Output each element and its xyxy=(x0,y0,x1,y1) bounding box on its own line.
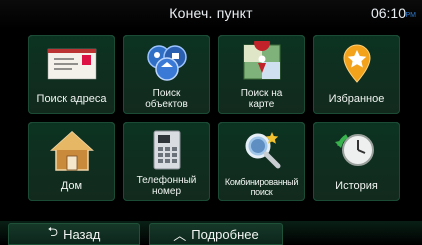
tile-home[interactable]: Дом xyxy=(28,122,115,201)
tile-label-line1: Поиск на xyxy=(240,88,283,99)
tile-address-search[interactable]: Поиск адреса xyxy=(28,35,115,114)
status-bar: Конеч. пункт 06:10 PM xyxy=(0,0,422,29)
tile-combined-search[interactable]: Комбинированный поиск xyxy=(218,122,305,201)
clock-time: 06:10 xyxy=(370,5,406,21)
tile-phone-number[interactable]: Телефонный номер xyxy=(123,122,210,201)
tile-label-line2: номер xyxy=(151,185,182,197)
poi-search-icon xyxy=(146,45,187,81)
tile-label: История xyxy=(335,180,378,193)
back-button-label: Назад xyxy=(63,226,101,242)
history-clock-icon xyxy=(334,134,374,166)
tile-favorites[interactable]: Избранное xyxy=(313,35,400,114)
tile-label-line2: поиск xyxy=(250,186,273,197)
tile-label-line2: объектов xyxy=(145,98,188,110)
favorite-star-icon xyxy=(342,44,371,83)
back-arrow-icon: ⮌ xyxy=(47,224,59,239)
more-button[interactable]: ︿ Подробнее xyxy=(149,223,283,245)
more-button-label: Подробнее xyxy=(191,226,259,242)
clock: 06:10 PM xyxy=(370,5,416,21)
tile-label: Телефонный номер xyxy=(123,175,210,197)
tile-history[interactable]: История xyxy=(313,122,400,201)
tile-label: Поиск на карте xyxy=(218,88,305,110)
phone-icon xyxy=(153,130,180,170)
tile-label: Комбинированный поиск xyxy=(218,177,305,197)
tile-map-search[interactable]: Поиск на карте xyxy=(218,35,305,114)
address-card-icon xyxy=(47,48,96,80)
tile-label-line1: Телефонный xyxy=(136,175,197,186)
map-search-icon xyxy=(243,41,280,80)
clock-ampm: PM xyxy=(405,12,417,19)
tile-label-line2: карте xyxy=(248,98,275,110)
tile-label: Дом xyxy=(60,180,83,193)
back-button[interactable]: ⮌ Назад xyxy=(8,223,140,245)
combined-search-icon xyxy=(245,132,280,169)
chevron-up-icon: ︿ xyxy=(173,227,187,243)
tile-label: Избранное xyxy=(328,93,385,106)
screen-title: Конеч. пункт xyxy=(169,5,253,21)
tile-poi-search[interactable]: Поиск объектов xyxy=(123,35,210,114)
tile-label: Поиск объектов xyxy=(123,88,210,110)
tile-label-line1: Поиск xyxy=(152,88,181,99)
home-icon xyxy=(49,130,94,171)
tile-label: Поиск адреса xyxy=(36,93,107,106)
